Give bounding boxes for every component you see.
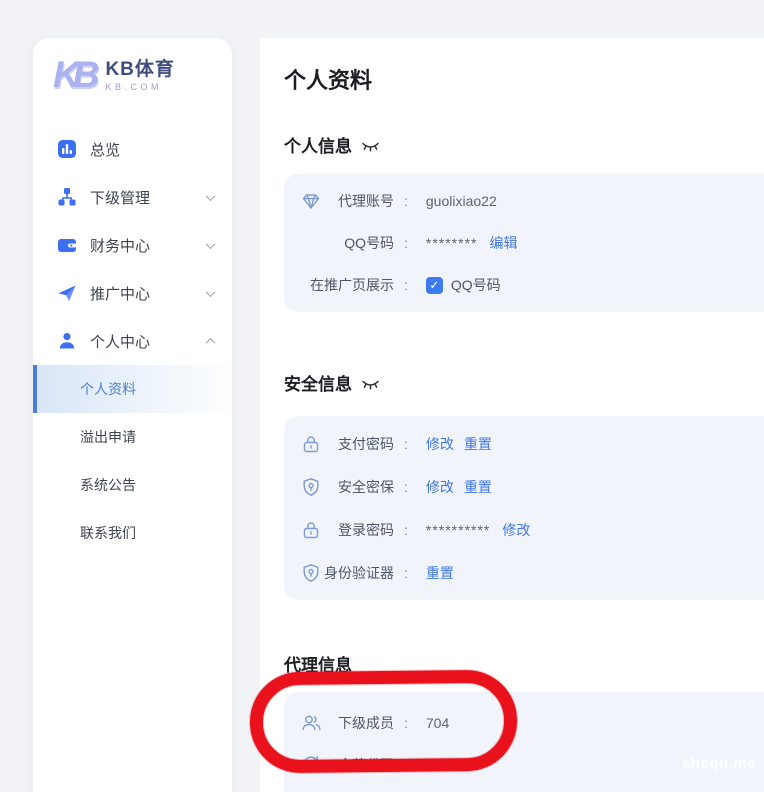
- sidebar: KB KB体育 KB.COM 总览 下级管理 财务中心: [33, 38, 232, 792]
- row-payment-password: 支付密码 : 修改 重置: [284, 422, 764, 465]
- page-title: 个人资料: [284, 66, 764, 96]
- sidebar-item-label: 下级管理: [90, 187, 194, 208]
- modify-security-question-link[interactable]: 修改: [426, 477, 454, 497]
- row-affiliate-code: 合营代码 : 3319198: [284, 744, 764, 786]
- row-login-password: 登录密码 : ********** 修改: [284, 508, 764, 551]
- row-subordinate-members: 下级成员 : 704: [284, 702, 764, 744]
- affiliate-code-value: 3319198: [426, 757, 481, 773]
- row-label: 登录密码: [300, 520, 394, 540]
- brand-subtitle: KB.COM: [105, 82, 174, 92]
- agent-account-value: guolixiao22: [426, 193, 497, 209]
- sidebar-item-label: 推广中心: [90, 283, 194, 304]
- wallet-icon: [57, 235, 77, 255]
- sidebar-subitem-overflow-request[interactable]: 溢出申请: [33, 413, 232, 461]
- sidebar-subitem-label: 溢出申请: [80, 427, 136, 447]
- reset-security-question-link[interactable]: 重置: [464, 477, 492, 497]
- row-label: 身份验证器: [300, 563, 394, 583]
- bar-chart-icon: [57, 139, 77, 159]
- modify-payment-password-link[interactable]: 修改: [426, 434, 454, 454]
- row-authenticator: 身份验证器 : 重置: [284, 551, 764, 594]
- sidebar-subitem-system-announcement[interactable]: 系统公告: [33, 461, 232, 509]
- chevron-down-icon: [206, 287, 216, 297]
- row-agent-account: 代理账号 : guolixiao22: [284, 180, 764, 222]
- edit-qq-link[interactable]: 编辑: [489, 233, 517, 253]
- row-label: 下级成员: [300, 713, 394, 733]
- row-label: 支付密码: [300, 434, 394, 454]
- reset-authenticator-link[interactable]: 重置: [426, 563, 454, 583]
- row-label: 在推广页展示: [300, 275, 394, 295]
- section-heading-personal-info: 个人信息: [284, 133, 764, 160]
- row-promo-display: 在推广页展示 : ✓ QQ号码: [284, 264, 764, 306]
- sidebar-subitem-label: 系统公告: [80, 475, 136, 495]
- chevron-up-icon: [206, 337, 216, 347]
- eye-closed-icon[interactable]: [361, 374, 380, 398]
- checkbox-label: QQ号码: [451, 275, 501, 295]
- qq-display-checkbox[interactable]: ✓: [426, 277, 443, 294]
- sidebar-subitem-profile[interactable]: 个人资料: [33, 365, 232, 413]
- brand-title: KB体育: [105, 59, 174, 80]
- sidebar-item-finance[interactable]: 财务中心: [33, 221, 232, 269]
- sidebar-item-label: 总览: [90, 139, 214, 160]
- sidebar-item-label: 个人中心: [90, 331, 194, 352]
- section-heading-security-info: 安全信息: [284, 371, 764, 398]
- personal-info-card: 代理账号 : guolixiao22 QQ号码 : ******** 编辑 在推…: [284, 174, 764, 312]
- subordinate-members-value: 704: [426, 715, 449, 731]
- sidebar-item-personal-center[interactable]: 个人中心: [33, 317, 232, 365]
- sidebar-subitem-label: 联系我们: [80, 523, 136, 543]
- sidebar-item-label: 财务中心: [90, 235, 194, 256]
- sidebar-subitem-contact-us[interactable]: 联系我们: [33, 509, 232, 557]
- sidebar-item-subordinates[interactable]: 下级管理: [33, 173, 232, 221]
- login-password-masked: **********: [426, 522, 490, 538]
- sidebar-subitem-label: 个人资料: [80, 379, 136, 399]
- row-qq-number: QQ号码 : ******** 编辑: [284, 222, 764, 264]
- chevron-down-icon: [206, 191, 216, 201]
- modify-login-password-link[interactable]: 修改: [502, 520, 530, 540]
- hierarchy-icon: [57, 187, 77, 207]
- chevron-down-icon: [206, 239, 216, 249]
- row-label: 代理账号: [300, 191, 394, 211]
- eye-closed-icon[interactable]: [361, 136, 380, 160]
- paper-plane-icon: [57, 283, 77, 303]
- brand-logo: KB KB体育 KB.COM: [33, 38, 232, 95]
- user-icon: [57, 331, 77, 351]
- reset-payment-password-link[interactable]: 重置: [464, 434, 492, 454]
- main-content: 个人资料 个人信息 代理账号 : guolixiao22 QQ号码 : ****…: [260, 38, 764, 792]
- qq-number-masked: ********: [426, 235, 478, 251]
- section-heading-agent-info: 代理信息: [284, 654, 764, 678]
- row-label: QQ号码: [300, 233, 394, 253]
- kb-logo-mark: KB: [53, 55, 100, 95]
- sidebar-item-promotion[interactable]: 推广中心: [33, 269, 232, 317]
- security-info-card: 支付密码 : 修改 重置 安全密保 : 修改 重置 登录密码 : *******…: [284, 416, 764, 600]
- row-security-question: 安全密保 : 修改 重置: [284, 465, 764, 508]
- row-label: 安全密保: [300, 477, 394, 497]
- sidebar-nav: 总览 下级管理 财务中心 推广中心 个: [33, 125, 232, 557]
- row-label: 合营代码: [300, 755, 394, 775]
- sidebar-item-overview[interactable]: 总览: [33, 125, 232, 173]
- agent-info-card: 下级成员 : 704 合营代码 : 3319198: [284, 692, 764, 792]
